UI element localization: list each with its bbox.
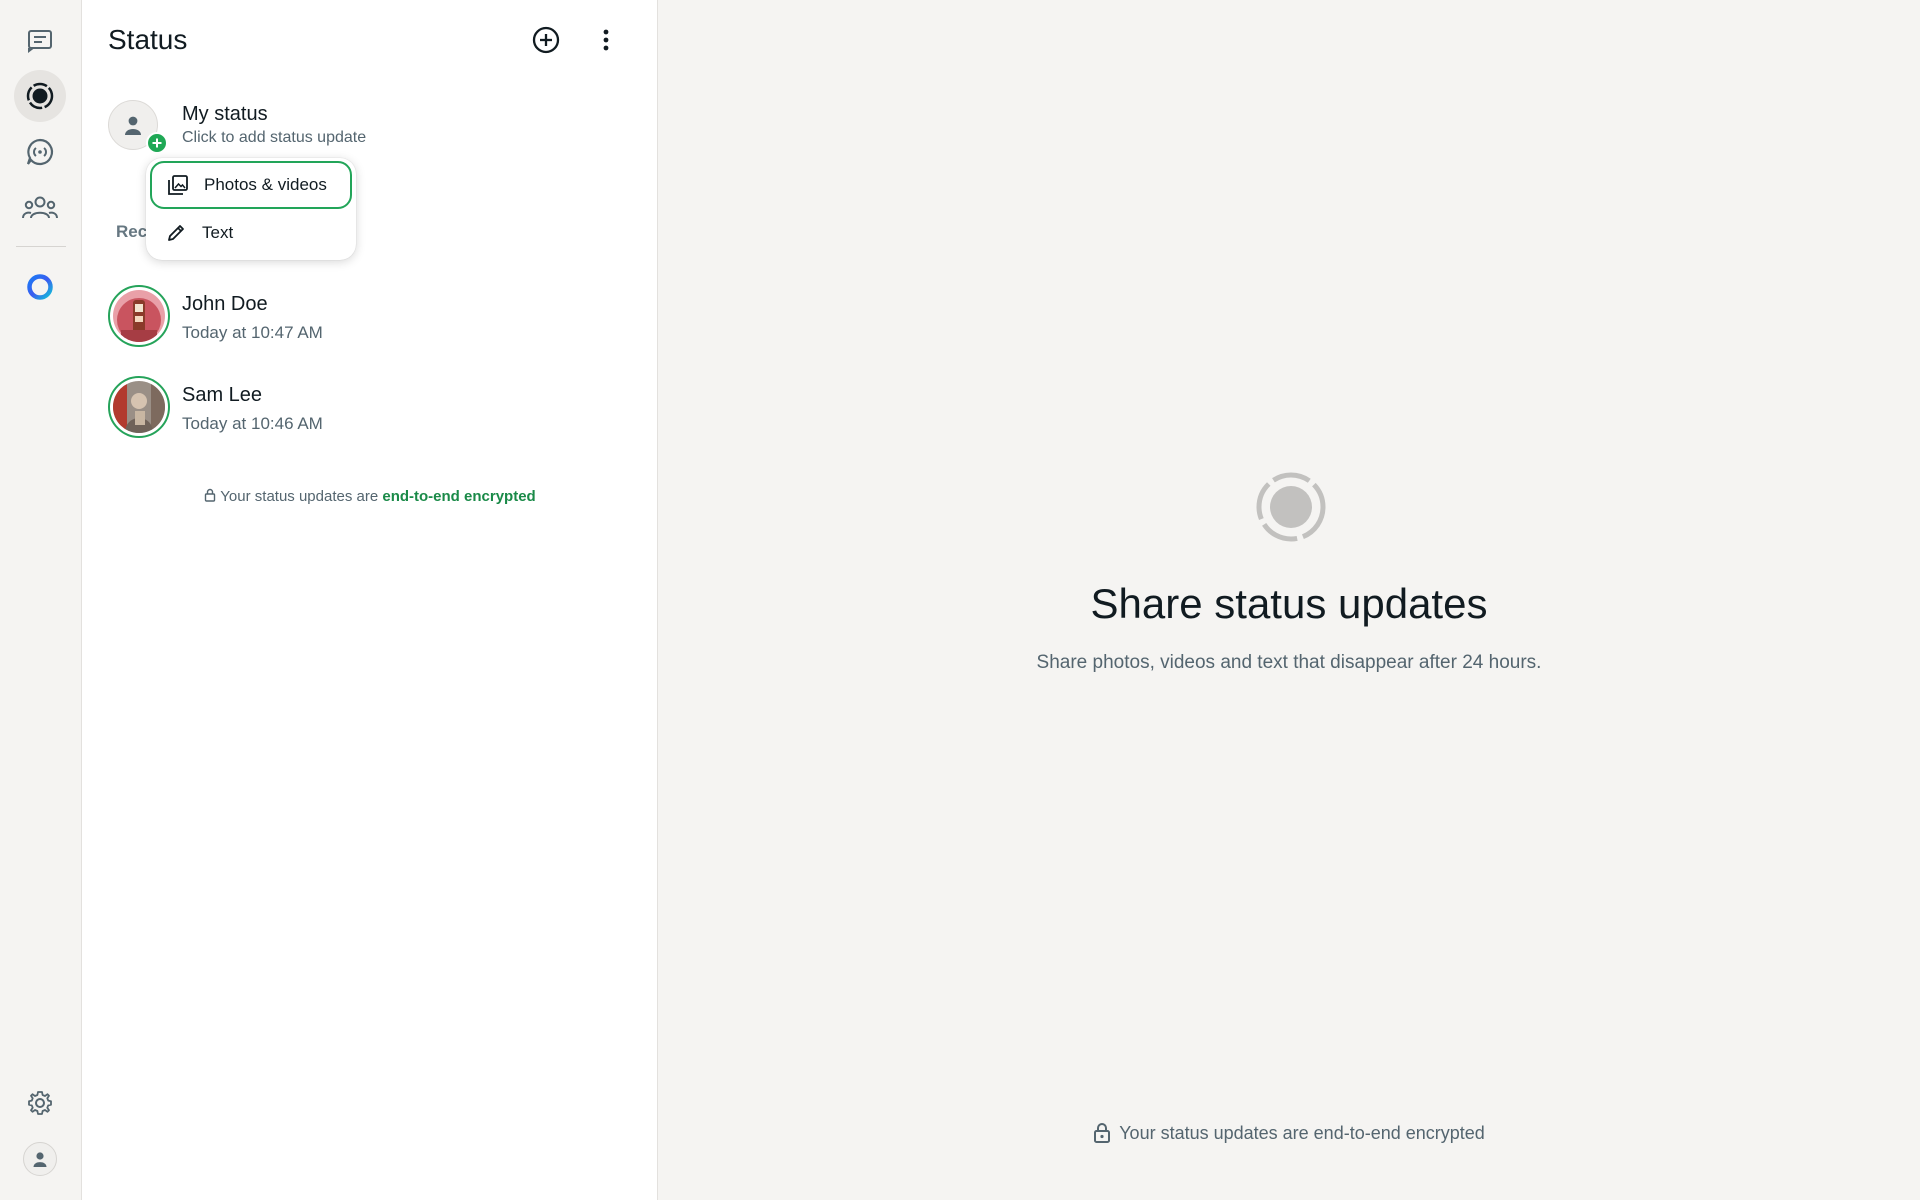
encryption-footer-text: Your status updates are end-to-end encry… xyxy=(1119,1122,1485,1143)
photos-icon xyxy=(166,173,190,197)
menu-item-photos-videos[interactable]: Photos & videos xyxy=(150,161,352,209)
menu-item-label: Photos & videos xyxy=(204,175,327,194)
status-item[interactable]: John Doe Today at 10:47 AM xyxy=(108,285,638,355)
page-title: Status xyxy=(108,24,188,55)
main-empty-state: Share status updates Share photos, video… xyxy=(658,0,1920,1200)
my-status-row[interactable]: My status Click to add status update xyxy=(108,98,638,154)
encryption-link[interactable]: end-to-end encrypted xyxy=(382,488,535,505)
recent-label: Rec xyxy=(116,222,148,241)
avatar xyxy=(23,1142,57,1176)
menu-item-label: Text xyxy=(202,223,234,242)
status-placeholder-icon xyxy=(1256,472,1326,542)
lock-icon xyxy=(1094,1123,1111,1143)
status-ring xyxy=(108,376,170,438)
status-button[interactable] xyxy=(14,70,66,122)
pencil-icon xyxy=(164,221,188,245)
chats-icon xyxy=(28,30,52,53)
contact-avatar xyxy=(113,290,165,342)
contact-avatar xyxy=(113,381,165,433)
channels-button[interactable] xyxy=(14,126,66,178)
add-status-menu: Photos & videos Text xyxy=(146,158,356,260)
chats-button[interactable] xyxy=(14,14,66,66)
contact-photo xyxy=(113,381,165,433)
encryption-note-text: Your status updates are xyxy=(220,488,383,505)
contact-time: Today at 10:46 AM xyxy=(182,414,323,433)
contact-photo xyxy=(113,290,165,342)
encryption-footer: Your status updates are end-to-end encry… xyxy=(658,1122,1920,1144)
empty-state-title: Share status updates xyxy=(1090,580,1488,627)
empty-state-subtitle: Share photos, videos and text that disap… xyxy=(1036,652,1542,673)
menu-item-text[interactable]: Text xyxy=(150,209,352,257)
channels-icon xyxy=(26,138,54,166)
encryption-note: Your status updates are end-to-end encry… xyxy=(82,488,658,505)
add-circle-icon xyxy=(532,26,560,54)
nav-rail xyxy=(0,0,82,1200)
plus-icon xyxy=(152,138,162,148)
my-status-name: My status xyxy=(182,103,268,125)
meta-ai-button[interactable] xyxy=(14,261,66,313)
lock-icon xyxy=(205,488,216,502)
my-status-subtitle: Click to add status update xyxy=(182,129,367,146)
contact-name: Sam Lee xyxy=(182,384,263,406)
meta-ai-icon xyxy=(27,274,53,300)
gear-icon xyxy=(28,1091,52,1115)
status-icon xyxy=(26,82,54,110)
status-ring xyxy=(108,285,170,347)
communities-button[interactable] xyxy=(14,182,66,234)
communities-icon xyxy=(22,196,58,219)
profile-button[interactable] xyxy=(14,1133,66,1185)
more-vertical-icon xyxy=(603,29,609,51)
menu-button[interactable] xyxy=(586,20,626,60)
contact-time: Today at 10:47 AM xyxy=(182,323,323,342)
status-item[interactable]: Sam Lee Today at 10:46 AM xyxy=(108,376,638,446)
person-icon xyxy=(125,116,141,135)
avatar-icon xyxy=(33,1152,47,1167)
add-badge xyxy=(146,132,168,154)
settings-button[interactable] xyxy=(14,1077,66,1129)
rail-divider xyxy=(16,246,66,247)
add-status-button[interactable] xyxy=(526,20,566,60)
contact-name: John Doe xyxy=(182,293,268,315)
